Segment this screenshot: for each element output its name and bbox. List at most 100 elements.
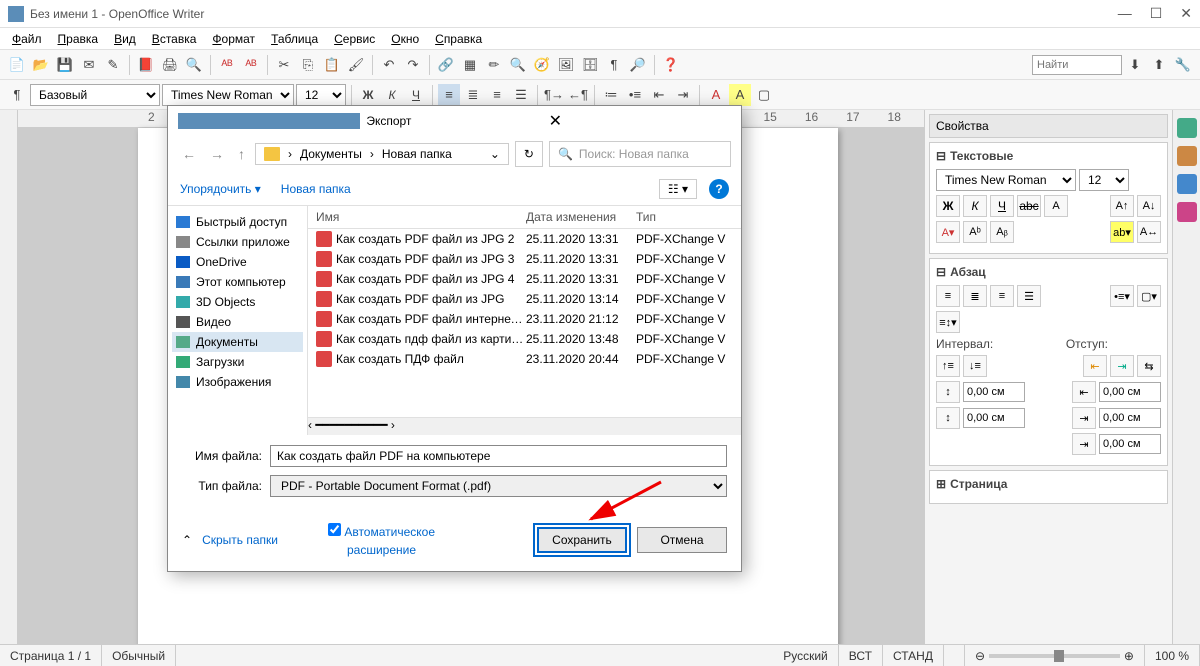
save-icon[interactable]: 💾 (54, 54, 76, 76)
sp-right-input[interactable] (1099, 408, 1161, 428)
edit-icon[interactable]: ✎ (102, 54, 124, 76)
para-section-header[interactable]: ⊟ Абзац (936, 265, 1161, 279)
sp-left-input[interactable] (1099, 382, 1161, 402)
sp-super-icon[interactable]: Aᵇ (963, 221, 987, 243)
hyperlink-icon[interactable]: 🔗 (435, 54, 457, 76)
tree-загрузки[interactable]: Загрузки (172, 352, 303, 372)
gallery-icon[interactable]: 🖼 (555, 54, 577, 76)
sp-below-input[interactable] (963, 408, 1025, 428)
align-right-icon[interactable]: ≡ (486, 84, 508, 106)
close-button[interactable]: ✕ (1180, 5, 1192, 22)
mail-icon[interactable]: ✉ (78, 54, 100, 76)
refresh-button[interactable]: ↻ (515, 141, 543, 167)
file-row[interactable]: Как создать PDF файл из JPG 225.11.2020 … (308, 229, 741, 249)
brush-icon[interactable]: 🖌 (345, 54, 367, 76)
sp-hang-icon[interactable]: ⇆ (1137, 355, 1161, 377)
sp-bold-icon[interactable]: Ж (936, 195, 960, 217)
zoom-icon[interactable]: 🔎 (627, 54, 649, 76)
sp-spacing-icon[interactable]: A↔ (1137, 221, 1161, 243)
tree-быстрый-доступ[interactable]: Быстрый доступ (172, 212, 303, 232)
redo-icon[interactable]: ↷ (402, 54, 424, 76)
file-row[interactable]: Как создать ПДФ файл23.11.2020 20:44PDF-… (308, 349, 741, 369)
file-row[interactable]: Как создать PDF файл интернет-страни...2… (308, 309, 741, 329)
sp-indent-icon[interactable]: ⇥ (1110, 355, 1134, 377)
tree-onedrive[interactable]: OneDrive (172, 252, 303, 272)
help-icon[interactable]: ❓ (660, 54, 682, 76)
sp-below-icon[interactable]: ↕ (936, 407, 960, 429)
align-center-icon[interactable]: ≣ (462, 84, 484, 106)
page-section-header[interactable]: ⊞ Страница (936, 477, 1161, 491)
status-style[interactable]: Обычный (102, 645, 176, 666)
help-button[interactable]: ? (709, 179, 729, 199)
view-mode-button[interactable]: ☷ ▾ (659, 179, 697, 199)
bullets-icon[interactable]: •≡ (624, 84, 646, 106)
cancel-button[interactable]: Отмена (637, 527, 727, 553)
bold-icon[interactable]: Ж (357, 84, 379, 106)
sp-font-select[interactable]: Times New Roman (936, 169, 1076, 191)
menu-таблица[interactable]: Таблица (265, 30, 324, 48)
properties-tab-icon[interactable] (1177, 118, 1197, 138)
underline-icon[interactable]: Ч (405, 84, 427, 106)
file-row[interactable]: Как создать PDF файл из JPG25.11.2020 13… (308, 289, 741, 309)
fontcolor-icon[interactable]: A (705, 84, 727, 106)
sp-shrink-icon[interactable]: A↓ (1137, 195, 1161, 217)
find-up-icon[interactable]: ⬆ (1148, 54, 1170, 76)
sp-first-icon[interactable]: ⇥ (1072, 433, 1096, 455)
crumb-documents[interactable]: Документы (300, 147, 362, 161)
indent-icon[interactable]: ⇥ (672, 84, 694, 106)
table-icon[interactable]: ▦ (459, 54, 481, 76)
autospell-icon[interactable]: ᴬᴮ (240, 54, 262, 76)
filename-input[interactable] (270, 445, 727, 467)
nonprint-icon[interactable]: ¶ (603, 54, 625, 76)
menu-сервис[interactable]: Сервис (328, 30, 381, 48)
draw-icon[interactable]: ✏ (483, 54, 505, 76)
find-down-icon[interactable]: ⬇ (1124, 54, 1146, 76)
align-left-icon[interactable]: ≡ (438, 84, 460, 106)
highlight-icon[interactable]: A (729, 84, 751, 106)
font-select[interactable]: Times New Roman (162, 84, 294, 106)
italic-icon[interactable]: К (381, 84, 403, 106)
menu-справка[interactable]: Справка (429, 30, 488, 48)
sp-shadow-icon[interactable]: A (1044, 195, 1068, 217)
styles-icon[interactable]: ¶ (6, 84, 28, 106)
sp-alignc-icon[interactable]: ≣ (963, 285, 987, 307)
status-insert[interactable]: ВСТ (839, 645, 883, 666)
file-list-header[interactable]: ИмяДата измененияТип (308, 206, 741, 229)
sp-alignl-icon[interactable]: ≡ (936, 285, 960, 307)
menu-файл[interactable]: Файл (6, 30, 48, 48)
tree-ссылки-приложе[interactable]: Ссылки приложе (172, 232, 303, 252)
styles-tab-icon[interactable] (1177, 146, 1197, 166)
filetype-select[interactable]: PDF - Portable Document Format (.pdf) (270, 475, 727, 497)
sp-alignj-icon[interactable]: ☰ (1017, 285, 1041, 307)
sp-size-select[interactable]: 12 (1079, 169, 1129, 191)
sp-above-input[interactable] (963, 382, 1025, 402)
gallery-tab-icon[interactable] (1177, 174, 1197, 194)
text-section-header[interactable]: ⊟ Текстовые (936, 149, 1161, 163)
outdent-icon[interactable]: ⇤ (648, 84, 670, 106)
ltr-icon[interactable]: ¶→ (543, 84, 565, 106)
find-settings-icon[interactable]: 🔧 (1172, 54, 1194, 76)
sp-strike-icon[interactable]: abc (1017, 195, 1041, 217)
tree-3d-objects[interactable]: 3D Objects (172, 292, 303, 312)
tree-документы[interactable]: Документы (172, 332, 303, 352)
breadcrumb[interactable]: › Документы › Новая папка ⌄ (255, 143, 509, 165)
file-row[interactable]: Как создать пдф файл из картинок25.11.20… (308, 329, 741, 349)
preview-icon[interactable]: 🔍 (183, 54, 205, 76)
crumb-newfolder[interactable]: Новая папка (382, 147, 452, 161)
sp-right-icon[interactable]: ⇥ (1072, 407, 1096, 429)
file-row[interactable]: Как создать PDF файл из JPG 325.11.2020 … (308, 249, 741, 269)
menu-правка[interactable]: Правка (52, 30, 105, 48)
tree-этот-компьютер[interactable]: Этот компьютер (172, 272, 303, 292)
status-selmode[interactable]: СТАНД (883, 645, 944, 666)
datasource-icon[interactable]: 🗄 (579, 54, 601, 76)
zoom-slider[interactable]: ⊖⊕ (965, 645, 1145, 666)
sp-first-input[interactable] (1099, 434, 1161, 454)
hscrollbar[interactable]: ‹ ━━━━━━━━━━ › (308, 417, 741, 435)
menu-окно[interactable]: Окно (385, 30, 425, 48)
sp-italic-icon[interactable]: К (963, 195, 987, 217)
nav-back-icon[interactable]: ← (178, 146, 200, 162)
sp-alignr-icon[interactable]: ≡ (990, 285, 1014, 307)
undo-icon[interactable]: ↶ (378, 54, 400, 76)
print-icon[interactable]: 🖨 (159, 54, 181, 76)
organize-menu[interactable]: Упорядочить ▾ (180, 182, 261, 196)
